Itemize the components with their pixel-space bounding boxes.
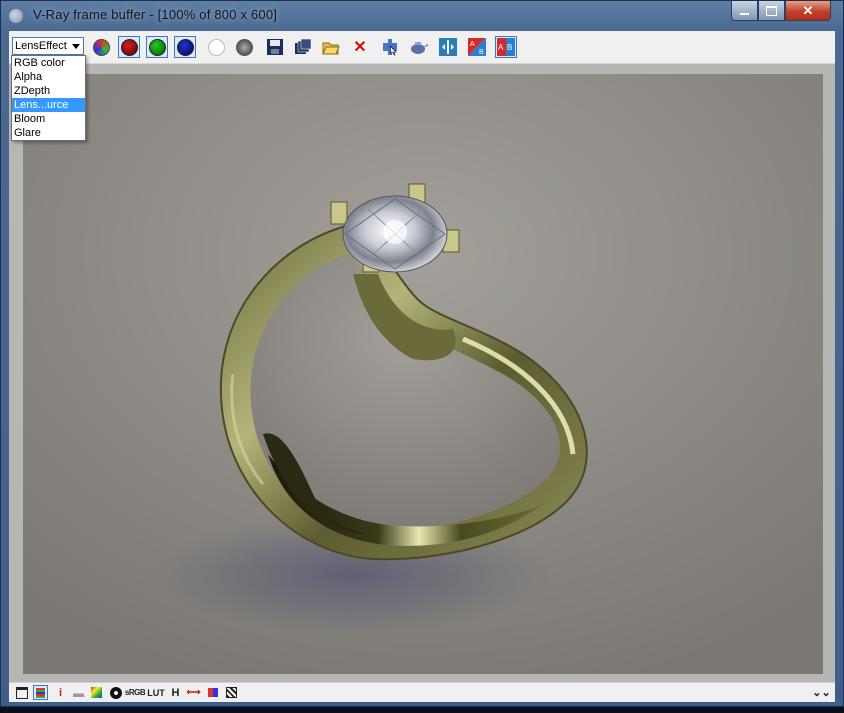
red-channel-icon — [120, 38, 138, 56]
green-channel-button[interactable] — [146, 36, 168, 58]
channel-option[interactable]: Bloom — [12, 112, 85, 126]
minimize-button[interactable] — [731, 1, 758, 21]
svg-text:A: A — [470, 41, 475, 48]
expand-button[interactable]: ⌄⌄ — [812, 685, 831, 700]
clear-button[interactable]: ✕ — [349, 36, 371, 58]
corrections-button[interactable] — [33, 685, 48, 700]
stamp-button[interactable] — [205, 685, 220, 700]
levels-icon — [72, 688, 85, 697]
dropdown-arrow-icon — [72, 44, 80, 49]
pixel-aspect-icon — [226, 687, 237, 698]
save-button[interactable] — [264, 36, 286, 58]
histogram-h-button[interactable]: H — [168, 685, 183, 700]
channel-select-value: LensEffect — [15, 40, 67, 52]
channel-option[interactable]: Alpha — [12, 70, 85, 84]
channel-option[interactable]: RGB color — [12, 56, 85, 70]
save-all-icon — [295, 38, 312, 54]
clear-icon: ✕ — [353, 39, 367, 56]
app-icon — [9, 9, 23, 23]
history-ab-icon: AB — [497, 38, 515, 56]
rgb-channel-button[interactable] — [90, 36, 112, 58]
maximize-button[interactable] — [758, 1, 785, 21]
curve-icon — [91, 687, 102, 698]
exposure-button[interactable] — [108, 685, 123, 700]
save-all-button[interactable] — [292, 36, 314, 58]
display-button[interactable] — [14, 685, 29, 700]
curve-button[interactable] — [89, 685, 104, 700]
mono-channel-icon — [235, 38, 253, 56]
compare-ab-icon: AB — [468, 38, 486, 56]
channel-dropdown-list: RGB color Alpha ZDepth Lens...urce Bloom… — [11, 55, 86, 141]
render-last-button[interactable] — [408, 36, 430, 58]
corrections-icon — [36, 687, 45, 698]
blue-channel-icon — [176, 38, 194, 56]
channel-option[interactable]: Glare — [12, 126, 85, 140]
save-icon — [267, 39, 283, 55]
double-chevron-down-icon: ⌄⌄ — [812, 687, 831, 699]
ring-render — [23, 74, 823, 674]
history-ab-button[interactable]: AB — [495, 36, 517, 58]
track-mouse-button[interactable] — [379, 36, 401, 58]
red-channel-button[interactable] — [118, 36, 140, 58]
stamp-icon — [207, 688, 218, 697]
channel-option[interactable]: ZDepth — [12, 84, 85, 98]
render-area[interactable] — [9, 64, 835, 682]
blue-channel-button[interactable] — [174, 36, 196, 58]
minimize-icon — [740, 12, 749, 15]
close-button[interactable]: ✕ — [785, 1, 831, 21]
load-button[interactable] — [320, 36, 342, 58]
lut-button[interactable]: LUT — [147, 685, 165, 700]
rgb-channel-icon — [92, 38, 110, 56]
toolbar: LensEffect ✕ A B A B — [9, 31, 835, 64]
track-mouse-icon — [383, 39, 397, 56]
ocio-button[interactable]: ⟷ — [186, 685, 201, 700]
alpha-channel-icon — [207, 38, 225, 56]
svg-text:B: B — [479, 49, 484, 56]
info-button[interactable]: i — [53, 685, 68, 700]
mono-channel-button[interactable] — [233, 36, 255, 58]
histogram-h-icon: H — [171, 686, 180, 699]
svg-text:A: A — [498, 43, 504, 52]
exposure-icon — [109, 686, 122, 699]
ocio-icon: ⟷ — [186, 687, 201, 698]
close-icon: ✕ — [802, 2, 814, 18]
compare-ab-button[interactable]: AB — [466, 36, 488, 58]
srgb-icon: sRGB — [124, 688, 146, 697]
green-channel-icon — [148, 38, 166, 56]
status-bar: i sRGB LUT H ⟷ ⌄⌄ — [9, 682, 835, 702]
lut-icon: LUT — [147, 687, 165, 698]
alpha-channel-button[interactable] — [205, 36, 227, 58]
load-icon — [322, 42, 340, 55]
show-corrections-button[interactable] — [437, 36, 459, 58]
info-icon: i — [58, 686, 63, 699]
pixel-aspect-button[interactable] — [224, 685, 239, 700]
maximize-icon — [766, 5, 777, 16]
window-title: V-Ray frame buffer - [100% of 800 x 600] — [33, 7, 278, 22]
display-icon — [15, 686, 28, 699]
render-last-icon — [411, 42, 428, 54]
vfb-window: V-Ray frame buffer - [100% of 800 x 600]… — [0, 0, 844, 707]
srgb-button[interactable]: sRGB — [124, 685, 146, 700]
show-corrections-icon — [439, 38, 457, 56]
levels-button[interactable] — [71, 685, 86, 700]
channel-option-selected[interactable]: Lens...urce — [12, 98, 85, 112]
channel-select[interactable]: LensEffect — [12, 37, 84, 55]
client-area: LensEffect ✕ A B A B i sRGB LUT H ⟷ ⌄⌄ — [9, 31, 835, 702]
title-bar[interactable]: V-Ray frame buffer - [100% of 800 x 600]… — [1, 1, 843, 31]
rendered-image — [23, 74, 823, 674]
svg-text:B: B — [507, 43, 512, 52]
